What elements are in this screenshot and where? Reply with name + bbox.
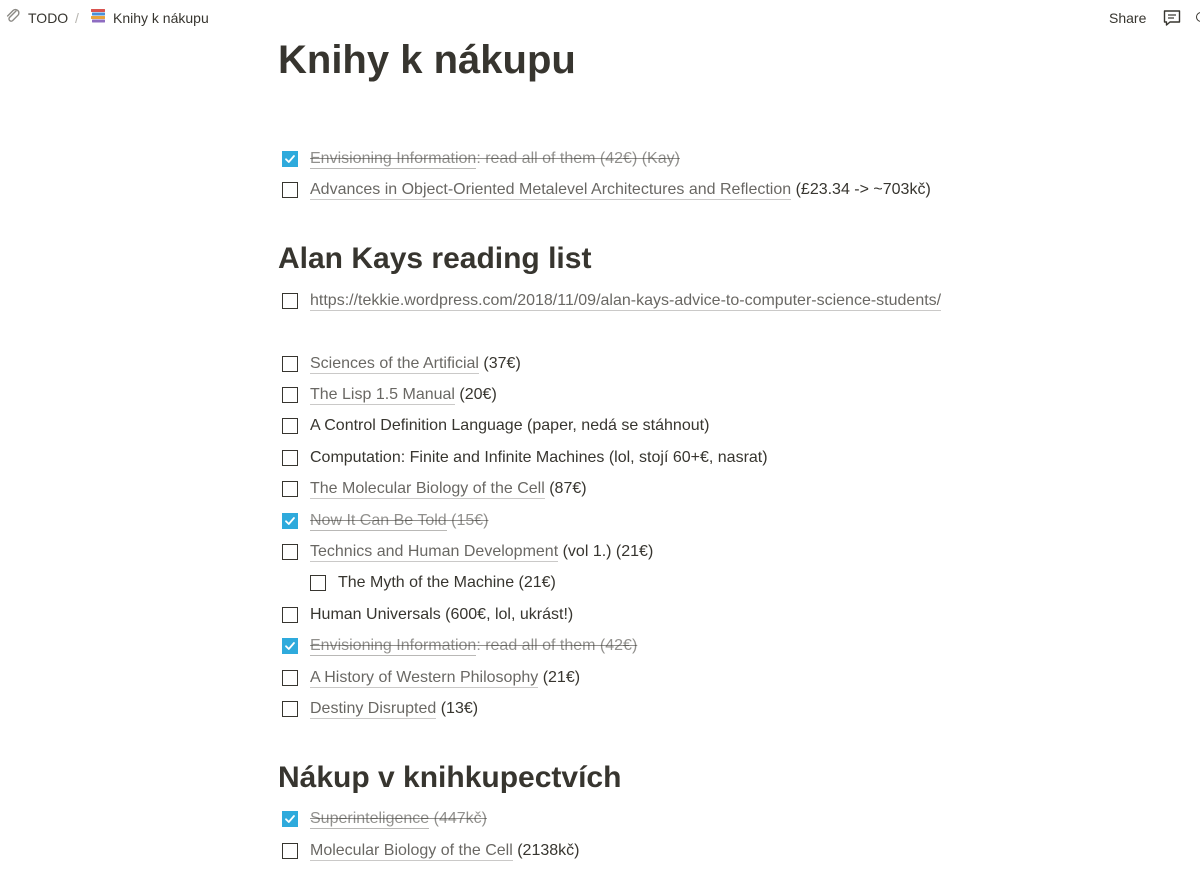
todo-item: The Myth of the Machine (21€) [306,571,556,595]
checkmark-icon [285,517,295,525]
todo-text: (21€) [538,669,581,686]
todo-link[interactable]: Envisioning Information [310,150,477,169]
todo-item: The Molecular Biology of the Cell (87€) [278,477,587,501]
checkbox[interactable] [282,701,298,717]
checkmark-icon [285,642,295,650]
breadcrumb-page-label: Knihy k nákupu [113,10,209,26]
section-heading-stores: Nákup v knihkupectvích [278,761,622,794]
breadcrumb-page[interactable]: Knihy k nákupu [89,9,209,27]
books-icon [89,7,107,29]
checkbox[interactable] [282,670,298,686]
todo-text: (20€) [454,386,497,403]
todo-text: The Myth of the Machine (21€) [338,574,556,591]
todo-link[interactable]: Technics and Human Development [310,543,559,562]
checkmark-icon [285,815,295,823]
todo-item: Human Universals (600€, lol, ukrást!) [278,603,573,627]
todo-text: A Control Definition Language (paper, ne… [310,417,710,434]
todo-item: Computation: Finite and Infinite Machine… [278,446,768,470]
checkbox[interactable] [282,182,298,198]
todo-text: (447kč) [429,810,487,827]
todo-item: Destiny Disrupted (13€) [278,697,478,721]
todo-link[interactable]: Envisioning Information [310,637,477,656]
breadcrumb-root-label: TODO [28,10,69,26]
paperclip-icon [4,7,22,29]
todo-text: (vol 1.) (21€) [558,543,654,560]
checkbox[interactable] [282,293,298,309]
todo-item: Molecular Biology of the Cell (2138kč) [278,839,579,863]
checkbox-checked[interactable] [282,638,298,654]
todo-link[interactable]: The Molecular Biology of the Cell [310,480,545,499]
todo-link[interactable]: https://tekkie.wordpress.com/2018/11/09/… [310,292,942,311]
todo-item: A History of Western Philosophy (21€) [278,666,580,690]
todo-link[interactable]: Sciences of the Artificial [310,355,479,374]
todo-link[interactable]: Superinteligence [310,810,430,829]
todo-text: (£23.34 -> ~703kč) [791,181,931,198]
checkbox[interactable] [282,450,298,466]
todo-text: (13€) [436,700,479,717]
breadcrumb-separator: / [75,10,79,26]
todo-item: Envisioning Information: read all of the… [278,147,680,171]
todo-text: (37€) [478,355,521,372]
checkbox[interactable] [282,387,298,403]
checkmark-icon [285,155,295,163]
todo-item: The Lisp 1.5 Manual (20€) [278,383,497,407]
todo-text: Computation: Finite and Infinite Machine… [310,449,768,466]
todo-text: : read all of them (42€) (Kay) [476,150,680,167]
section-heading-kay: Alan Kays reading list [278,242,592,275]
checkbox-checked[interactable] [282,811,298,827]
top-bar: TODO / Knihy k nákupu Share [0,0,1200,36]
todo-link[interactable]: Now It Can Be Told [310,512,447,531]
breadcrumb-root[interactable]: TODO [4,7,69,29]
todo-text: : read all of them (42€) [476,637,638,654]
todo-link[interactable]: Advances in Object-Oriented Metalevel Ar… [310,181,792,200]
checkbox[interactable] [282,843,298,859]
todo-link[interactable]: Destiny Disrupted [310,700,437,719]
todo-text: (87€) [544,480,587,497]
todo-item: Sciences of the Artificial (37€) [278,352,521,376]
todo-item: Now It Can Be Told (15€) [278,509,488,533]
checkbox[interactable] [282,481,298,497]
checkbox[interactable] [282,607,298,623]
checkbox[interactable] [282,418,298,434]
checkbox[interactable] [282,544,298,560]
todo-item: Technics and Human Development (vol 1.) … [278,540,653,564]
todo-item: https://tekkie.wordpress.com/2018/11/09/… [278,289,942,313]
comment-icon[interactable] [1162,8,1182,28]
todo-text: Human Universals (600€, lol, ukrást!) [310,606,574,623]
todo-link[interactable]: A History of Western Philosophy [310,669,539,688]
todo-link[interactable]: The Lisp 1.5 Manual [310,386,455,405]
todo-text: (2138kč) [512,842,580,859]
todo-link[interactable]: Molecular Biology of the Cell [310,842,513,861]
todo-item: Advances in Object-Oriented Metalevel Ar… [278,178,931,202]
share-button[interactable]: Share [1109,9,1146,27]
checkbox-checked[interactable] [282,151,298,167]
checkbox[interactable] [282,356,298,372]
todo-item: A Control Definition Language (paper, ne… [278,414,709,438]
checkbox[interactable] [310,575,326,591]
todo-item: Superinteligence (447kč) [278,807,487,831]
todo-text: (15€) [446,512,489,529]
todo-item: Envisioning Information: read all of the… [278,634,637,658]
more-icon[interactable] [1196,12,1200,22]
page-title: Knihy k nákupu [278,38,576,82]
checkbox-checked[interactable] [282,513,298,529]
